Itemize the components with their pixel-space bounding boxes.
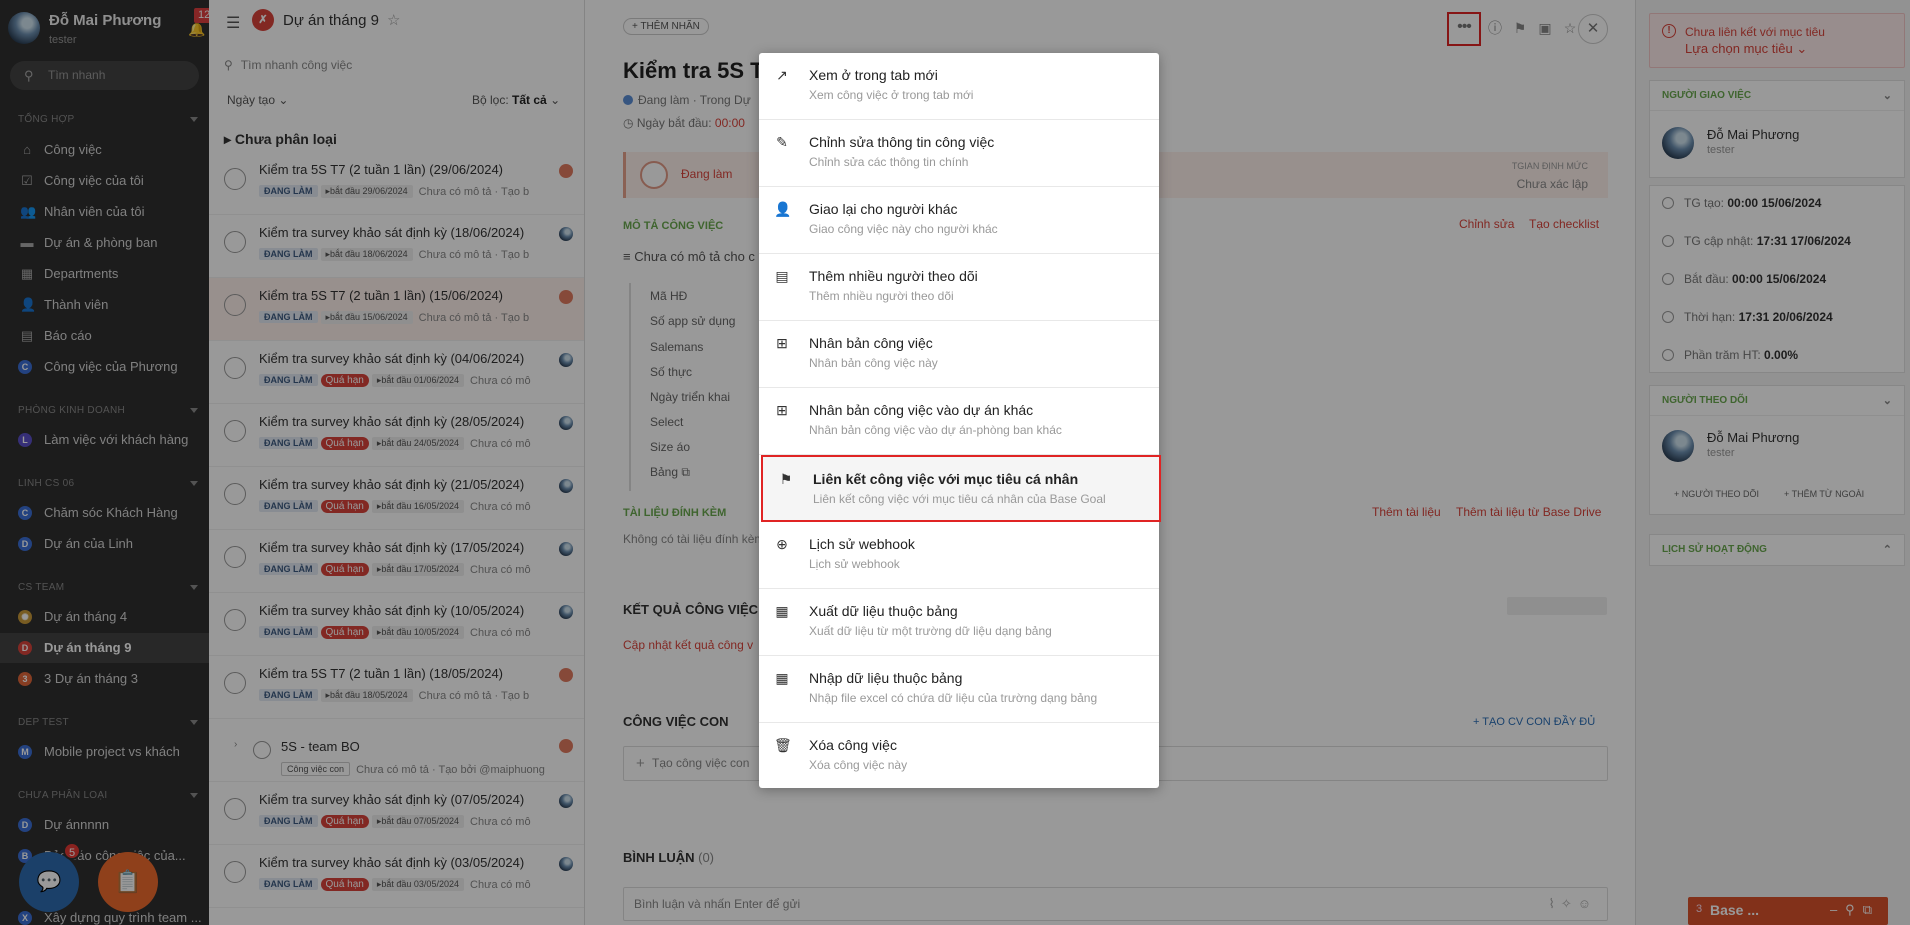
- menu-item-title: Nhập dữ liệu thuộc bảng: [809, 670, 963, 686]
- person-icon: 👤: [774, 201, 792, 217]
- menu-item-add-followers[interactable]: ▤ Thêm nhiều người theo dõi Thêm nhiều n…: [759, 254, 1159, 321]
- menu-item-duplicate[interactable]: ⊞ Nhân bản công việc Nhân bản công việc …: [759, 321, 1159, 388]
- menu-item-subtitle: Giao công việc này cho người khác: [809, 222, 998, 236]
- menu-item-subtitle: Thêm nhiều người theo dõi: [809, 289, 954, 303]
- menu-item-subtitle: Xóa công việc này: [809, 758, 908, 772]
- menu-item-title: Chỉnh sửa thông tin công việc: [809, 134, 995, 150]
- menu-item-subtitle: Lịch sử webhook: [809, 557, 900, 571]
- menu-item-subtitle: Chỉnh sửa các thông tin chính: [809, 155, 969, 169]
- menu-item-subtitle: Nhân bản công việc vào dự án-phòng ban k…: [809, 423, 1062, 437]
- flag-icon: ⚑: [779, 471, 793, 487]
- menu-item-title: Xuất dữ liệu thuộc bảng: [809, 603, 958, 619]
- menu-item-subtitle: Nhập file excel có chứa dữ liệu của trườ…: [809, 691, 1098, 705]
- table-icon: ▦: [775, 670, 789, 686]
- menu-item-subtitle: Liên kết công việc với mục tiêu cá nhân …: [813, 492, 1106, 506]
- menu-item-reassign[interactable]: 👤 Giao lại cho người khác Giao công việc…: [759, 187, 1159, 254]
- table-icon: ▦: [775, 603, 789, 619]
- more-options-menu: ↗ Xem ở trong tab mới Xem công việc ở tr…: [759, 53, 1161, 790]
- menu-item-link-goal[interactable]: ⚑ Liên kết công việc với mục tiêu cá nhâ…: [761, 455, 1161, 522]
- menu-item-title: Liên kết công việc với mục tiêu cá nhân: [813, 471, 1079, 487]
- pencil-icon: ✎: [776, 134, 788, 150]
- menu-item-export-table[interactable]: ▦ Xuất dữ liệu thuộc bảng Xuất dữ liệu t…: [759, 589, 1159, 656]
- menu-item-title: Xóa công việc: [809, 737, 897, 753]
- menu-item-title: Nhân bản công việc: [809, 335, 933, 351]
- menu-item-edit-info[interactable]: ✎ Chỉnh sửa thông tin công việc Chỉnh sử…: [759, 120, 1159, 187]
- plus-box-icon: ⊞: [776, 335, 788, 351]
- plus-box-icon: ⊞: [776, 402, 788, 418]
- menu-item-duplicate-to-project[interactable]: ⊞ Nhân bản công việc vào dự án khác Nhân…: [759, 388, 1159, 455]
- menu-item-title: Giao lại cho người khác: [809, 201, 958, 217]
- trash-icon: 🗑: [774, 737, 792, 753]
- menu-item-webhook-history[interactable]: ⊕ Lịch sử webhook Lịch sử webhook: [759, 522, 1159, 589]
- menu-item-title: Thêm nhiều người theo dõi: [809, 268, 978, 284]
- menu-item-title: Xem ở trong tab mới: [809, 67, 938, 83]
- menu-item-import-table[interactable]: ▦ Nhập dữ liệu thuộc bảng Nhập file exce…: [759, 656, 1159, 723]
- external-link-icon: ↗: [776, 67, 788, 83]
- menu-item-subtitle: Xuất dữ liệu từ một trường dữ liệu dạng …: [809, 624, 1052, 638]
- menu-item-delete[interactable]: 🗑 Xóa công việc Xóa công việc này: [759, 723, 1159, 790]
- menu-item-open-new-tab[interactable]: ↗ Xem ở trong tab mới Xem công việc ở tr…: [759, 53, 1159, 120]
- globe-icon: ⊕: [776, 536, 788, 552]
- menu-item-subtitle: Nhân bản công việc này: [809, 356, 938, 370]
- menu-item-title: Nhân bản công việc vào dự án khác: [809, 402, 1034, 418]
- menu-item-title: Lịch sử webhook: [809, 536, 915, 552]
- menu-item-subtitle: Xem công việc ở trong tab mới: [809, 88, 974, 102]
- contacts-icon: ▤: [775, 268, 789, 284]
